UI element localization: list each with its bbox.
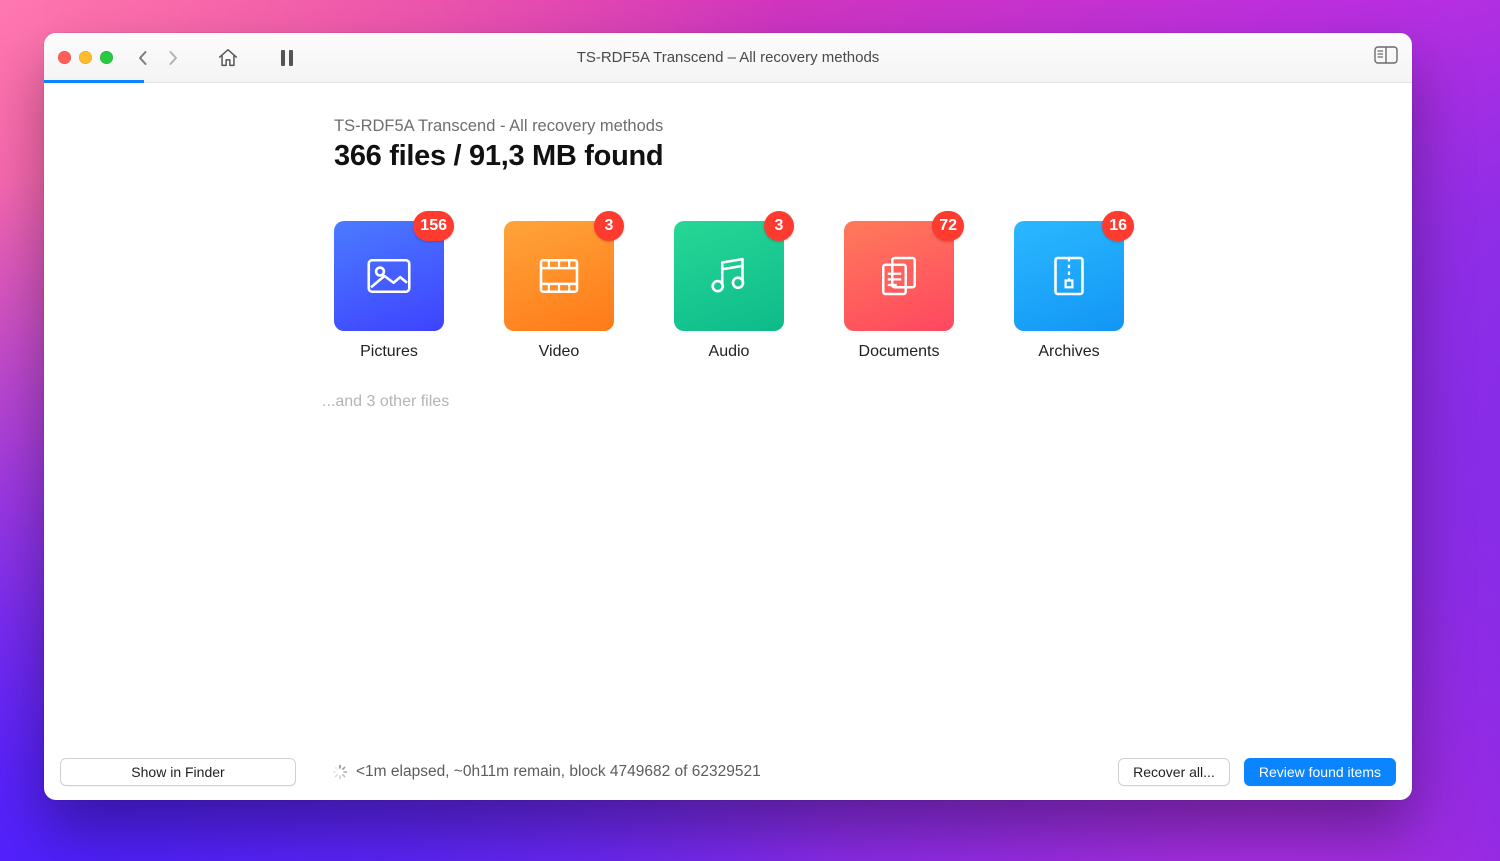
category-video[interactable]: 3 Video: [504, 221, 614, 361]
count-badge: 156: [413, 211, 454, 241]
category-tile-archives: 16: [1014, 221, 1124, 331]
scan-status-text: <1m elapsed, ~0h11m remain, block 474968…: [356, 763, 761, 781]
summary-heading: 366 files / 91,3 MB found: [334, 140, 1234, 173]
film-strip-icon: [532, 249, 586, 303]
titlebar: TS-RDF5A Transcend – All recovery method…: [44, 33, 1412, 83]
category-tile-audio: 3: [674, 221, 784, 331]
pause-button[interactable]: [279, 49, 295, 67]
category-grid: 156 Pictures: [334, 221, 1234, 361]
count-badge: 3: [594, 211, 624, 241]
fullscreen-window-button[interactable]: [100, 51, 113, 64]
close-window-button[interactable]: [58, 51, 71, 64]
category-tile-video: 3: [504, 221, 614, 331]
home-button[interactable]: [217, 47, 239, 69]
category-pictures[interactable]: 156 Pictures: [334, 221, 444, 361]
content-area: TS-RDF5A Transcend - All recovery method…: [44, 83, 1412, 744]
other-files-note: ...and 3 other files: [322, 393, 1234, 411]
recover-all-button[interactable]: Recover all...: [1118, 758, 1230, 786]
pause-icon: [279, 49, 295, 67]
category-label: Video: [539, 343, 580, 361]
category-documents[interactable]: 72 Documents: [844, 221, 954, 361]
review-found-items-button[interactable]: Review found items: [1244, 758, 1396, 786]
desktop-background: TS-RDF5A Transcend – All recovery method…: [0, 0, 1500, 861]
category-label: Documents: [859, 343, 940, 361]
house-icon: [217, 47, 239, 69]
app-window: TS-RDF5A Transcend – All recovery method…: [44, 33, 1412, 800]
window-title: TS-RDF5A Transcend – All recovery method…: [44, 49, 1412, 66]
sidebar-toggle-button[interactable]: [1374, 46, 1398, 69]
category-label: Pictures: [360, 343, 418, 361]
nav-arrows-group: [137, 50, 179, 66]
count-badge: 3: [764, 211, 794, 241]
nav-forward-button[interactable]: [167, 50, 179, 66]
category-label: Audio: [709, 343, 750, 361]
window-controls: [58, 51, 113, 64]
footer-bar: Show in Finder <1m elapsed, ~0h11m remai: [44, 744, 1412, 800]
category-archives[interactable]: 16 Archives: [1014, 221, 1124, 361]
chevron-left-icon: [137, 50, 149, 66]
category-tile-pictures: 156: [334, 221, 444, 331]
count-badge: 72: [932, 211, 964, 241]
music-note-icon: [702, 249, 756, 303]
spinner-icon: [332, 764, 348, 780]
panel-split-icon: [1374, 46, 1398, 64]
scan-status: <1m elapsed, ~0h11m remain, block 474968…: [332, 763, 761, 781]
category-tile-documents: 72: [844, 221, 954, 331]
breadcrumb: TS-RDF5A Transcend - All recovery method…: [334, 117, 1234, 136]
documents-stack-icon: [872, 249, 926, 303]
nav-back-button[interactable]: [137, 50, 149, 66]
chevron-right-icon: [167, 50, 179, 66]
show-in-finder-button[interactable]: Show in Finder: [60, 758, 296, 786]
minimize-window-button[interactable]: [79, 51, 92, 64]
count-badge: 16: [1102, 211, 1134, 241]
category-label: Archives: [1038, 343, 1099, 361]
zip-archive-icon: [1042, 249, 1096, 303]
picture-frame-icon: [362, 249, 416, 303]
category-audio[interactable]: 3 Audio: [674, 221, 784, 361]
